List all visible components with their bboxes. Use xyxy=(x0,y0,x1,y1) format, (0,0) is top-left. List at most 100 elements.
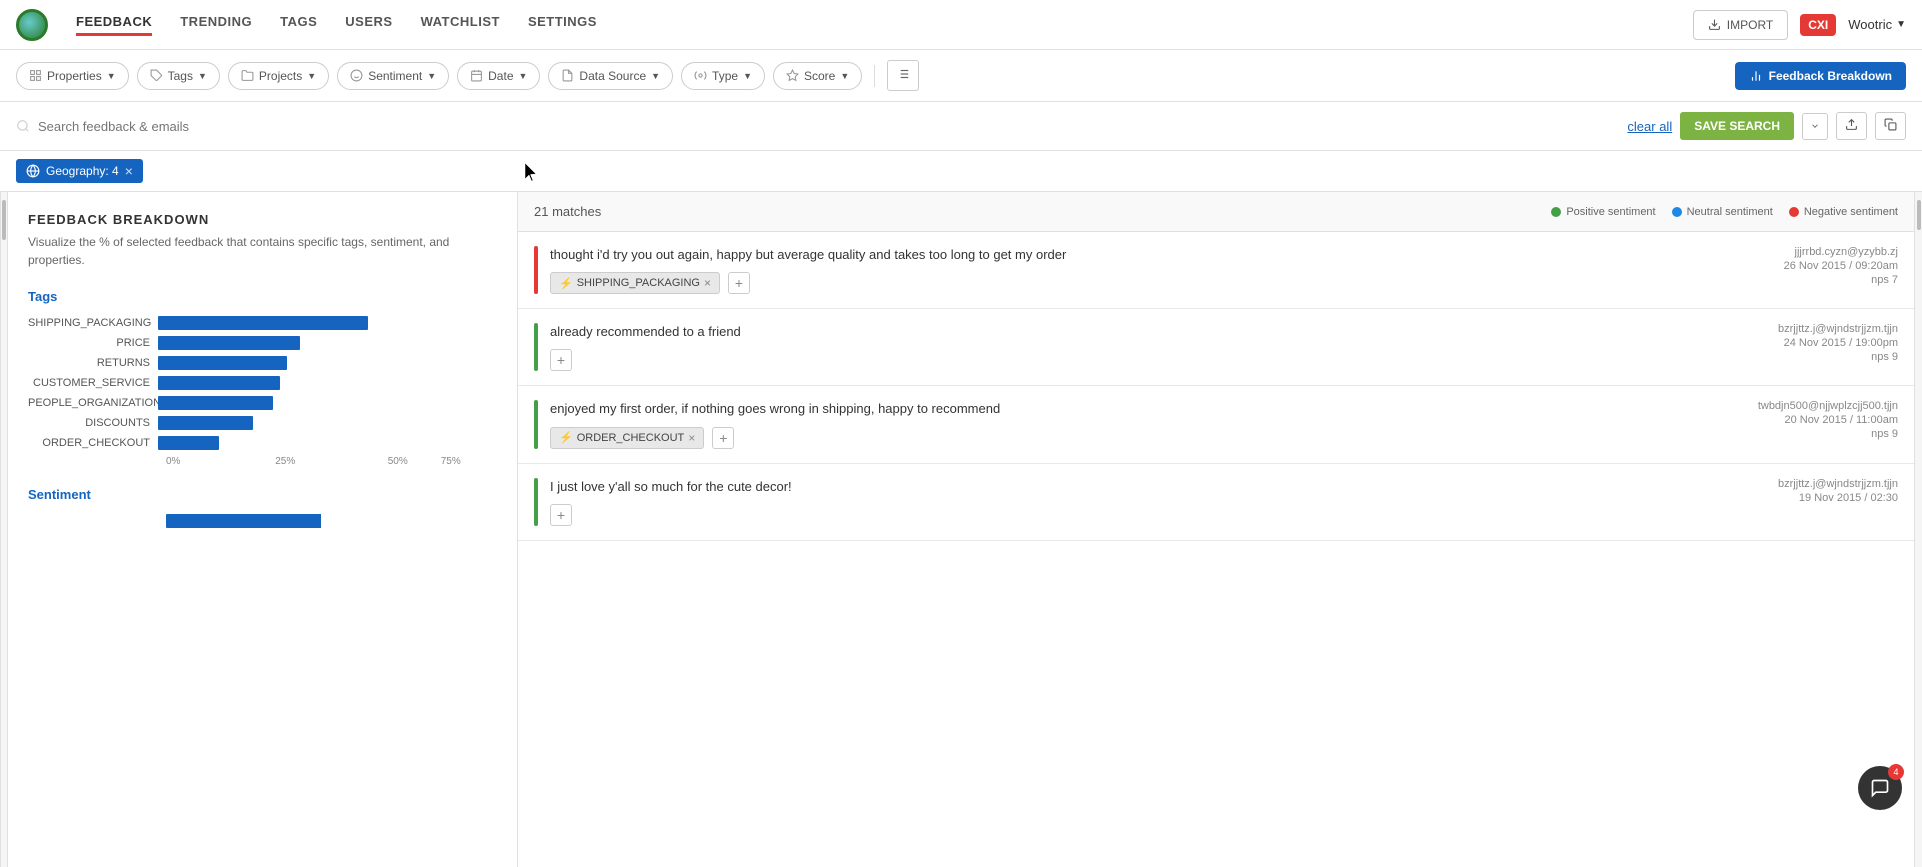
x-label-1: 25% xyxy=(275,456,388,467)
nav-trending[interactable]: TRENDING xyxy=(180,14,252,36)
import-label: IMPORT xyxy=(1727,18,1773,32)
feedback-meta-2: twbdjn500@njjwplzcjj500.tjjn 20 Nov 2015… xyxy=(1738,400,1898,448)
positive-dot xyxy=(1551,207,1561,217)
feedback-date-3: 19 Nov 2015 / 02:30 xyxy=(1738,492,1898,504)
data-source-label: Data Source xyxy=(579,69,646,83)
neutral-dot xyxy=(1672,207,1682,217)
geography-filter-tag: Geography: 4 × xyxy=(16,159,143,183)
search-input[interactable] xyxy=(38,119,1619,134)
properties-filter[interactable]: Properties ▼ xyxy=(16,62,129,90)
tags-chart: SHIPPING_PACKAGING PRICE RETURNS CUSTOME… xyxy=(28,316,497,467)
feedback-list: thought i'd try you out again, happy but… xyxy=(518,232,1914,867)
add-tag-button-0[interactable]: + xyxy=(728,272,750,294)
negative-dot xyxy=(1789,207,1799,217)
feedback-score-1: nps 9 xyxy=(1738,351,1898,363)
feedback-tags-row-0: ⚡ SHIPPING_PACKAGING × + xyxy=(550,272,1738,294)
feedback-meta-1: bzrjjttz.j@wjndstrjjzm.tjjn 24 Nov 2015 … xyxy=(1738,323,1898,371)
chart-row-5: DISCOUNTS xyxy=(28,416,497,430)
chart-label-4: PEOPLE_ORGANIZATION xyxy=(28,397,158,409)
search-icon xyxy=(16,119,30,133)
tags-chevron-icon: ▼ xyxy=(198,71,207,81)
chart-bar-wrap-0 xyxy=(158,316,497,330)
save-search-dropdown[interactable] xyxy=(1802,113,1828,140)
sentiment-bar-1 xyxy=(534,323,538,371)
tag-chip-label-0: SHIPPING_PACKAGING xyxy=(577,277,700,289)
score-filter[interactable]: Score ▼ xyxy=(773,62,862,90)
chat-badge: 4 xyxy=(1888,764,1904,780)
add-tag-button-3[interactable]: + xyxy=(550,504,572,526)
feedback-score-0: nps 7 xyxy=(1738,274,1898,286)
chart-bar-wrap-1 xyxy=(158,336,497,350)
import-button[interactable]: IMPORT xyxy=(1693,10,1788,40)
sentiment-bar-2 xyxy=(534,400,538,448)
properties-chevron-icon: ▼ xyxy=(107,71,116,81)
x-label-2: 50% xyxy=(388,456,441,467)
geography-filter-label: Geography: 4 xyxy=(46,164,119,178)
projects-chevron-icon: ▼ xyxy=(307,71,316,81)
tag-chip-close-2[interactable]: × xyxy=(688,431,695,445)
tag-chip-close-0[interactable]: × xyxy=(704,276,711,290)
feedback-item-3: I just love y'all so much for the cute d… xyxy=(518,464,1914,541)
chart-bar-2 xyxy=(158,356,287,370)
sentiment-bar-0 xyxy=(534,246,538,294)
tag-chip-icon-2: ⚡ xyxy=(559,431,573,444)
tag-chip-label-2: ORDER_CHECKOUT xyxy=(577,432,685,444)
data-source-filter[interactable]: Data Source ▼ xyxy=(548,62,673,90)
chart-bar-wrap-6 xyxy=(158,436,497,450)
chat-bubble[interactable]: 4 xyxy=(1858,766,1902,810)
sentiment-chevron-icon: ▼ xyxy=(427,71,436,81)
feedback-email-2: twbdjn500@njjwplzcjj500.tjjn xyxy=(1738,400,1898,412)
globe-icon xyxy=(26,164,40,178)
filter-bar: Properties ▼ Tags ▼ Projects ▼ Sentiment… xyxy=(0,50,1922,102)
chart-x-axis: 0% 25% 50% 75% xyxy=(166,456,497,467)
left-scrollbar[interactable] xyxy=(0,192,8,867)
chart-row-3: CUSTOMER_SERVICE xyxy=(28,376,497,390)
right-scrollbar[interactable] xyxy=(1914,192,1922,867)
sentiment-positive-bar xyxy=(166,514,321,528)
chart-row-4: PEOPLE_ORGANIZATION xyxy=(28,396,497,410)
feedback-breakdown-button[interactable]: Feedback Breakdown xyxy=(1735,62,1906,90)
nav-settings[interactable]: SETTINGS xyxy=(528,14,597,36)
type-filter[interactable]: Type ▼ xyxy=(681,62,765,90)
negative-legend: Negative sentiment xyxy=(1789,206,1898,218)
tags-filter[interactable]: Tags ▼ xyxy=(137,62,220,90)
nav-watchlist[interactable]: WATCHLIST xyxy=(421,14,500,36)
date-filter[interactable]: Date ▼ xyxy=(457,62,540,90)
user-menu[interactable]: Wootric ▼ xyxy=(1848,17,1906,32)
projects-filter[interactable]: Projects ▼ xyxy=(228,62,329,90)
add-tag-button-2[interactable]: + xyxy=(712,427,734,449)
active-filters: Geography: 4 × xyxy=(0,151,1922,192)
chart-bar-4 xyxy=(158,396,273,410)
sentiment-section-title: Sentiment xyxy=(28,487,497,502)
nav-right: IMPORT CXI Wootric ▼ xyxy=(1693,10,1906,40)
feedback-tags-row-1: + xyxy=(550,349,1738,371)
score-label: Score xyxy=(804,69,835,83)
chart-bar-wrap-2 xyxy=(158,356,497,370)
feedback-date-0: 26 Nov 2015 / 09:20am xyxy=(1738,260,1898,272)
sentiment-bar-chart xyxy=(166,514,447,528)
panel-description: Visualize the % of selected feedback tha… xyxy=(28,233,497,269)
save-search-button[interactable]: SAVE SEARCH xyxy=(1680,112,1794,140)
feedback-item-1: already recommended to a friend + bzrjjt… xyxy=(518,309,1914,386)
sentiment-filter[interactable]: Sentiment ▼ xyxy=(337,62,449,90)
feedback-content-1: already recommended to a friend + xyxy=(550,323,1738,371)
geography-filter-close[interactable]: × xyxy=(125,163,133,179)
filter-sort-button[interactable] xyxy=(887,60,919,91)
nav-users[interactable]: USERS xyxy=(345,14,392,36)
negative-label: Negative sentiment xyxy=(1804,206,1898,218)
export-button[interactable] xyxy=(1836,112,1867,140)
chart-bar-wrap-4 xyxy=(158,396,497,410)
neutral-label: Neutral sentiment xyxy=(1687,206,1773,218)
nav-feedback[interactable]: FEEDBACK xyxy=(76,14,152,36)
nav-tags[interactable]: TAGS xyxy=(280,14,317,36)
clear-all-button[interactable]: clear all xyxy=(1627,119,1672,134)
share-button[interactable] xyxy=(1875,112,1906,140)
left-scroll-thumb xyxy=(2,200,6,240)
add-tag-button-1[interactable]: + xyxy=(550,349,572,371)
projects-label: Projects xyxy=(259,69,302,83)
top-nav: FEEDBACK TRENDING TAGS USERS WATCHLIST S… xyxy=(0,0,1922,50)
tags-section-title: Tags xyxy=(28,289,497,304)
feedback-content-0: thought i'd try you out again, happy but… xyxy=(550,246,1738,294)
feedback-email-3: bzrjjttz.j@wjndstrjjzm.tjjn xyxy=(1738,478,1898,490)
chart-bar-wrap-5 xyxy=(158,416,497,430)
